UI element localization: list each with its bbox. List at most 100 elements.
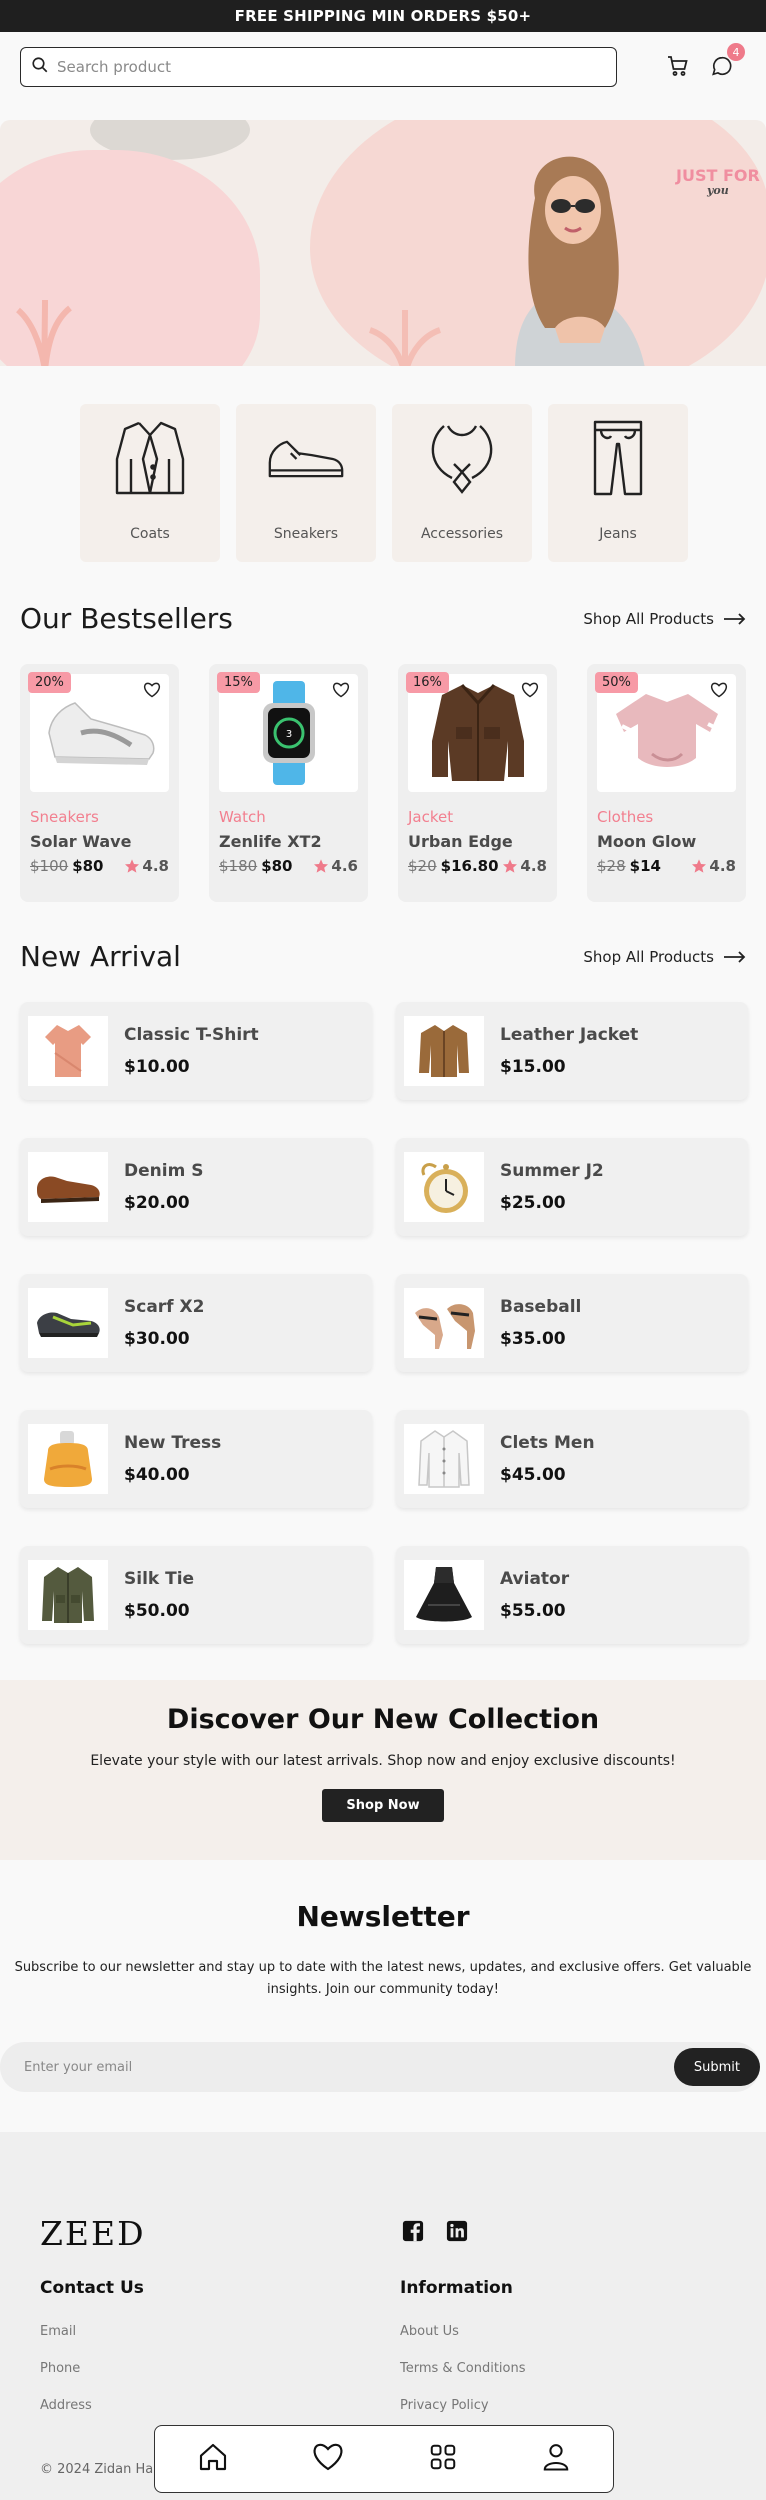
category-label: Sneakers (273, 526, 339, 542)
hero-tag: JUST FOR you (676, 168, 760, 198)
price: $50.00 (124, 1601, 190, 1621)
category-label: Jeans (599, 526, 637, 542)
arrival-card[interactable]: Baseball $35.00 (396, 1274, 748, 1372)
product-name: Classic T-Shirt (124, 1025, 259, 1045)
arrival-card[interactable]: Silk Tie $50.00 (20, 1546, 372, 1644)
product-image (404, 1152, 484, 1222)
product-image (28, 1560, 108, 1630)
product-name: Denim S (124, 1161, 204, 1181)
product-name: Urban Edge (408, 832, 513, 851)
profile-icon[interactable] (541, 2441, 571, 2477)
discover-banner: Discover Our New Collection Elevate your… (0, 1680, 766, 1860)
rating: 4.8 (691, 857, 736, 875)
cart-button[interactable] (664, 52, 692, 80)
grid-icon[interactable] (428, 2442, 458, 2476)
price: $55.00 (500, 1601, 566, 1621)
rating: 4.8 (502, 857, 547, 875)
home-icon[interactable] (197, 2441, 229, 2477)
footer-link-about[interactable]: About Us (400, 2324, 526, 2339)
shop-all-link[interactable]: Shop All Products (583, 610, 746, 628)
arrival-card[interactable]: Classic T-Shirt $10.00 (20, 1002, 372, 1100)
price: $15.00 (500, 1057, 566, 1077)
hero-banner[interactable]: JUST FOR you (0, 120, 766, 366)
rating-value: 4.8 (520, 857, 547, 875)
price: $10.00 (124, 1057, 190, 1077)
bestsellers-list: 20% Sneakers Solar Wave $100 $80 4.8 3 1… (20, 664, 746, 902)
newsletter-form: Submit (0, 2042, 760, 2092)
price: $16.80 (440, 857, 499, 875)
search-input[interactable] (57, 58, 606, 76)
arrival-card[interactable]: Denim S $20.00 (20, 1138, 372, 1236)
chat-badge: 4 (727, 43, 745, 61)
footer-link-email[interactable]: Email (40, 2324, 144, 2339)
footer-link-privacy[interactable]: Privacy Policy (400, 2398, 526, 2413)
footer-link-phone[interactable]: Phone (40, 2361, 144, 2376)
old-price: $20 (408, 857, 437, 875)
product-card[interactable]: 16% Jacket Urban Edge $20 $16.80 4.8 (398, 664, 557, 902)
price: $80 (261, 857, 293, 875)
category-sneakers[interactable]: Sneakers (236, 404, 376, 562)
discover-text: Elevate your style with our latest arriv… (90, 1753, 676, 1769)
wishlist-heart-icon[interactable] (710, 682, 728, 702)
product-card[interactable]: 50% Clothes Moon Glow $28 $14 4.8 (587, 664, 746, 902)
discount-badge: 16% (406, 672, 449, 693)
arrow-right-icon (724, 950, 746, 963)
product-image (28, 1152, 108, 1222)
arrival-card[interactable]: New Tress $40.00 (20, 1410, 372, 1508)
category-label: Coats (130, 526, 170, 542)
coat-icon (110, 418, 190, 498)
product-name: Scarf X2 (124, 1297, 205, 1317)
arrivals-header: New Arrival Shop All Products (20, 940, 746, 973)
wishlist-heart-icon[interactable] (521, 682, 539, 702)
email-input[interactable] (24, 2059, 524, 2075)
shop-now-button[interactable]: Shop Now (322, 1789, 444, 1822)
brand-logo: ZEED (40, 2214, 146, 2253)
category-coats[interactable]: Coats (80, 404, 220, 562)
linkedin-icon[interactable] (446, 2220, 468, 2246)
discount-badge: 50% (595, 672, 638, 693)
chat-button[interactable]: 4 (708, 43, 745, 80)
product-image (404, 1016, 484, 1086)
submit-button[interactable]: Submit (673, 2048, 760, 2086)
heart-icon[interactable] (312, 2442, 344, 2476)
discover-title: Discover Our New Collection (166, 1704, 600, 1735)
necklace-icon (422, 418, 502, 498)
star-icon (314, 859, 329, 873)
price: $14 (629, 857, 661, 875)
rating-value: 4.6 (331, 857, 358, 875)
footer-link-terms[interactable]: Terms & Conditions (400, 2361, 526, 2376)
contact-title: Contact Us (40, 2278, 144, 2298)
arrival-card[interactable]: Scarf X2 $30.00 (20, 1274, 372, 1372)
promo-banner: FREE SHIPPING MIN ORDERS $50+ (0, 0, 766, 32)
product-category: Watch (219, 808, 266, 826)
product-card[interactable]: 3 15% Watch Zenlife XT2 $180 $80 4.6 (209, 664, 368, 902)
bestsellers-header: Our Bestsellers Shop All Products (20, 602, 746, 635)
category-list: Coats Sneakers Accessories Jeans (80, 404, 688, 562)
cart-icon (668, 56, 688, 76)
arrival-card[interactable]: Aviator $55.00 (396, 1546, 748, 1644)
wishlist-heart-icon[interactable] (143, 682, 161, 702)
newsletter-title: Newsletter (296, 1900, 470, 1933)
wishlist-heart-icon[interactable] (332, 682, 350, 702)
footer-link-address[interactable]: Address (40, 2398, 144, 2413)
shop-all-link[interactable]: Shop All Products (583, 948, 746, 966)
product-name: Summer J2 (500, 1161, 604, 1181)
newsletter-section: Newsletter Subscribe to our newsletter a… (0, 1900, 766, 2092)
product-category: Clothes (597, 808, 654, 826)
category-jeans[interactable]: Jeans (548, 404, 688, 562)
category-accessories[interactable]: Accessories (392, 404, 532, 562)
discount-badge: 20% (28, 672, 71, 693)
bottom-nav (154, 2425, 614, 2493)
arrival-card[interactable]: Clets Men $45.00 (396, 1410, 748, 1508)
product-name: Solar Wave (30, 832, 132, 851)
price: $80 (72, 857, 104, 875)
product-name: Silk Tie (124, 1569, 195, 1589)
information-column: Information About Us Terms & Conditions … (400, 2278, 526, 2435)
arrival-card[interactable]: Summer J2 $25.00 (396, 1138, 748, 1236)
search-box[interactable] (20, 47, 617, 87)
page: FREE SHIPPING MIN ORDERS $50+ 4 (0, 0, 766, 2500)
facebook-icon[interactable] (402, 2220, 424, 2246)
section-title: New Arrival (20, 940, 181, 973)
arrival-card[interactable]: Leather Jacket $15.00 (396, 1002, 748, 1100)
product-card[interactable]: 20% Sneakers Solar Wave $100 $80 4.8 (20, 664, 179, 902)
